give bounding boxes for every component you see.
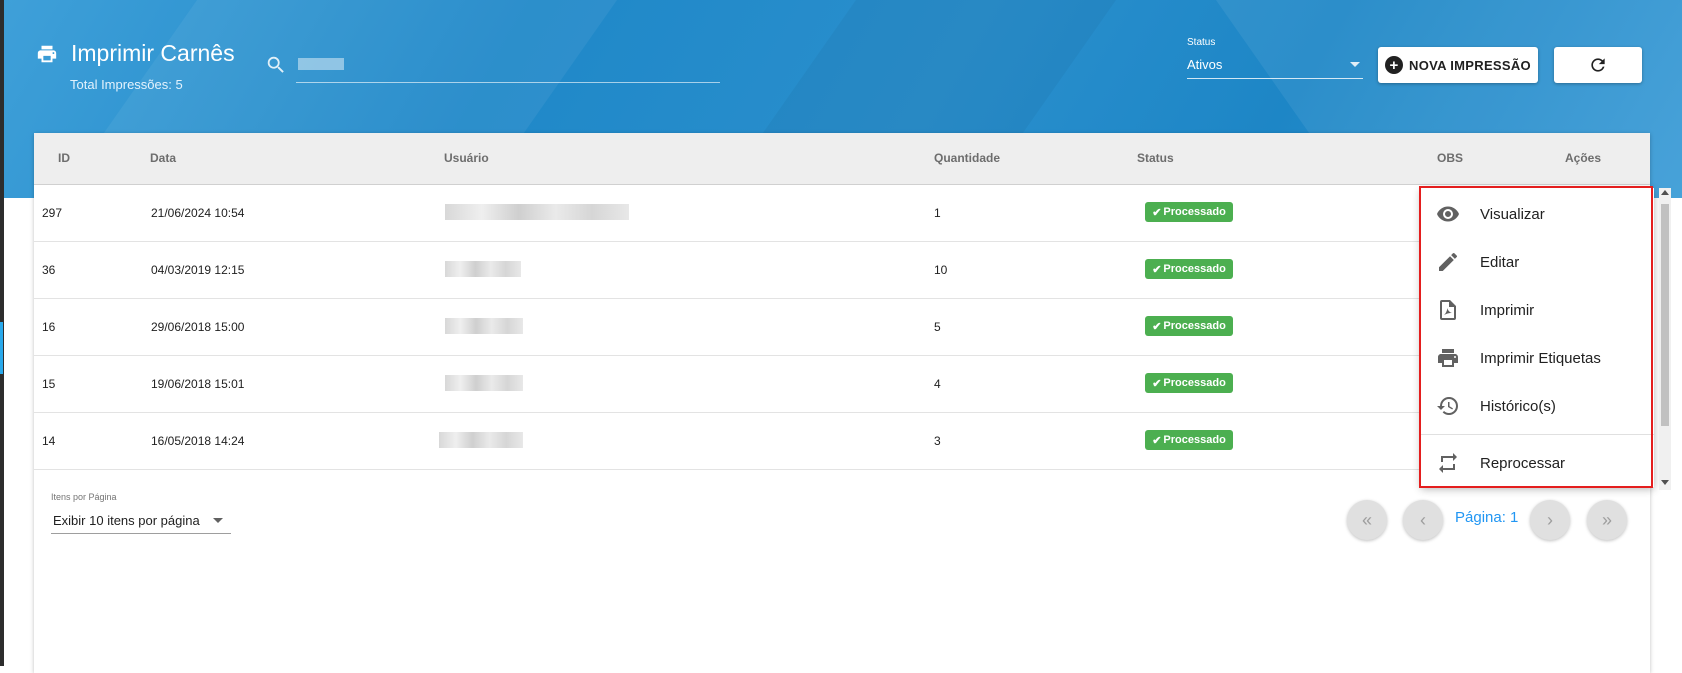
column-header-user[interactable]: Usuário: [444, 151, 489, 165]
double-check-icon: ✔: [1152, 320, 1162, 333]
status-badge-label: Processado: [1163, 377, 1226, 389]
status-filter-underline: [1187, 78, 1363, 79]
current-page-label: Página: 1: [1455, 509, 1519, 526]
page-title: Imprimir Carnês: [71, 40, 235, 66]
cell-date: 29/06/2018 15:00: [151, 320, 245, 334]
scroll-up-icon[interactable]: [1661, 190, 1669, 195]
table-row[interactable]: 16 29/06/2018 15:00 5 ✔ Processado: [34, 299, 1650, 356]
column-header-actions: Ações: [1565, 151, 1602, 165]
cell-date: 21/06/2024 10:54: [151, 206, 245, 220]
refresh-icon: [1591, 58, 1605, 72]
new-print-button[interactable]: + NOVA IMPRESSÃO: [1378, 47, 1538, 83]
double-check-icon: ✔: [1152, 434, 1162, 447]
table-row[interactable]: 36 04/03/2019 12:15 10 ✔ Processado: [34, 242, 1650, 299]
items-per-page-underline: [51, 533, 231, 534]
double-check-icon: ✔: [1152, 206, 1162, 219]
cell-quantity: 4: [934, 377, 941, 391]
status-badge: ✔ Processado: [1145, 316, 1233, 336]
title-group: Imprimir Carnês: [35, 40, 235, 67]
double-check-icon: ✔: [1152, 377, 1162, 390]
cell-user-redacted: [445, 318, 523, 334]
cell-user-redacted: [439, 432, 523, 448]
column-header-date[interactable]: Data: [150, 151, 176, 165]
items-per-page-select[interactable]: Exibir 10 itens por página: [53, 513, 200, 528]
new-print-button-label: NOVA IMPRESSÃO: [1409, 57, 1531, 73]
cell-date: 04/03/2019 12:15: [151, 263, 245, 277]
cell-date: 16/05/2018 14:24: [151, 434, 245, 448]
status-filter-label: Status: [1187, 37, 1216, 48]
cell-date: 19/06/2018 15:01: [151, 377, 245, 391]
cell-id: 297: [42, 206, 63, 220]
column-header-quantity[interactable]: Quantidade: [934, 151, 1000, 165]
search-input[interactable]: [298, 58, 344, 70]
chevron-right-icon: ›: [1547, 509, 1553, 530]
cell-id: 15: [42, 377, 56, 391]
table-row[interactable]: 297 21/06/2024 10:54 1 ✔ Processado: [34, 185, 1650, 242]
column-header-id[interactable]: ID: [58, 151, 70, 165]
cell-user-redacted: [445, 375, 523, 391]
cell-user-redacted: [445, 204, 629, 220]
status-badge: ✔ Processado: [1145, 430, 1233, 450]
printer-icon: [37, 45, 57, 62]
first-page-button[interactable]: «: [1347, 500, 1387, 540]
add-circle-icon: +: [1385, 56, 1404, 74]
cell-id: 16: [42, 320, 56, 334]
chevron-left-icon: ‹: [1420, 509, 1426, 530]
status-filter-select[interactable]: Ativos: [1187, 57, 1222, 72]
column-header-obs[interactable]: OBS: [1437, 151, 1463, 165]
double-check-icon: ✔: [1152, 263, 1162, 276]
previous-page-button[interactable]: ‹: [1403, 500, 1443, 540]
cell-quantity: 5: [934, 320, 941, 334]
last-page-button[interactable]: »: [1587, 500, 1627, 540]
search-underline: [296, 82, 720, 83]
table-card: ID Data Usuário Quantidade Status OBS Aç…: [34, 133, 1650, 673]
double-chevron-right-icon: »: [1601, 509, 1612, 530]
refresh-button[interactable]: [1554, 47, 1642, 83]
table-row[interactable]: 15 19/06/2018 15:01 4 ✔ Processado: [34, 356, 1650, 413]
cell-id: 36: [42, 263, 56, 277]
left-edge-accent: [0, 322, 3, 374]
scrollbar-thumb[interactable]: [1661, 204, 1669, 426]
column-header-status[interactable]: Status: [1137, 151, 1174, 165]
chevron-down-icon[interactable]: [1350, 62, 1360, 67]
table-header: ID Data Usuário Quantidade Status OBS Aç…: [34, 133, 1650, 185]
total-impressions: Total Impressões: 5: [70, 77, 183, 92]
cell-quantity: 10: [934, 263, 948, 277]
search-icon[interactable]: [265, 54, 287, 76]
status-badge: ✔ Processado: [1145, 259, 1233, 279]
status-badge: ✔ Processado: [1145, 202, 1233, 222]
status-badge-label: Processado: [1163, 263, 1226, 275]
status-badge: ✔ Processado: [1145, 373, 1233, 393]
status-badge-label: Processado: [1163, 320, 1226, 332]
cell-user-redacted: [445, 261, 521, 277]
double-chevron-left-icon: «: [1361, 509, 1372, 530]
chevron-down-icon[interactable]: [213, 518, 223, 523]
scroll-down-icon[interactable]: [1661, 480, 1669, 485]
status-badge-label: Processado: [1163, 434, 1226, 446]
next-page-button[interactable]: ›: [1530, 500, 1570, 540]
table-row[interactable]: 14 16/05/2018 14:24 3 ✔ Processado: [34, 413, 1650, 470]
cell-quantity: 1: [934, 206, 941, 220]
status-badge-label: Processado: [1163, 206, 1226, 218]
cell-quantity: 3: [934, 434, 941, 448]
cell-id: 14: [42, 434, 56, 448]
highlight-box: [1419, 186, 1653, 488]
items-per-page-label: Itens por Página: [51, 492, 117, 502]
